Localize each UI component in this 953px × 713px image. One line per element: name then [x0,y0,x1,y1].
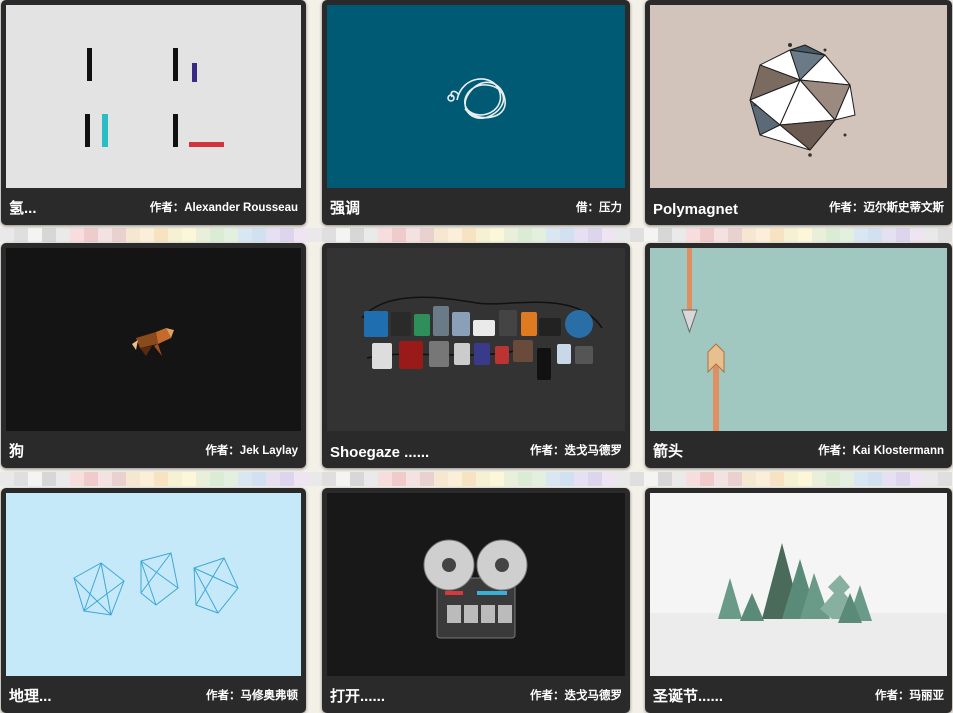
card-thumbnail[interactable] [650,248,947,431]
project-card[interactable]: 氢... 作者：Alexander Rousseau [1,0,306,225]
polygon-sphere-artwork [749,43,856,157]
card-author[interactable]: 作者：Kai Klostermann [818,442,944,458]
card-thumbnail[interactable] [6,493,301,676]
low-poly-dog-artwork [132,328,174,356]
card-title[interactable]: 地理... [9,685,52,706]
card-title[interactable]: 强调 [330,197,360,218]
project-card[interactable]: 强调 借：压力 [322,0,630,225]
guitar-pedals-artwork [361,296,603,380]
card-title[interactable]: 打开...... [330,685,385,706]
card-thumbnail[interactable] [327,248,625,431]
project-card[interactable]: 狗 作者：Jek Laylay [1,243,306,468]
card-thumbnail[interactable] [650,493,947,676]
card-thumbnail[interactable] [650,5,947,188]
project-card[interactable]: 地理... 作者：马修奥弗顿 [1,488,306,713]
project-card[interactable]: 圣诞节...... 作者：玛丽亚 [645,488,952,713]
card-title[interactable]: Polymagnet [653,201,738,218]
hydrogen-bars-artwork [85,48,224,147]
card-title[interactable]: 狗 [9,440,24,461]
background-stripe [0,472,953,486]
card-title[interactable]: Shoegaze ...... [330,444,429,461]
card-title[interactable]: 圣诞节...... [653,685,723,706]
project-card[interactable]: Shoegaze ...... 作者：迭戈马德罗 [322,243,630,468]
arrow-artwork [681,248,725,431]
card-thumbnail[interactable] [327,5,625,188]
card-author[interactable]: 作者：马修奥弗顿 [206,687,298,703]
card-author[interactable]: 作者：迭戈马德罗 [530,442,622,458]
card-thumbnail[interactable] [327,493,625,676]
card-author[interactable]: 作者：Alexander Rousseau [150,199,298,215]
card-thumbnail[interactable] [6,248,301,431]
project-card[interactable]: 打开...... 作者：迭戈马德罗 [322,488,630,713]
card-title[interactable]: 箭头 [653,440,683,461]
christmas-trees-artwork [650,543,947,676]
reel-to-reel-tape-artwork [423,539,528,639]
card-author[interactable]: 借：压力 [576,199,622,215]
project-card[interactable]: 箭头 作者：Kai Klostermann [645,243,952,468]
card-author[interactable]: 作者：玛丽亚 [875,687,944,703]
background-stripe [0,228,953,242]
project-card[interactable]: Polymagnet 作者：迈尔斯史蒂文斯 [645,0,952,225]
card-author[interactable]: 作者：迈尔斯史蒂文斯 [829,199,944,215]
card-author[interactable]: 作者：Jek Laylay [205,442,298,458]
card-author[interactable]: 作者：迭戈马德罗 [530,687,622,703]
tangled-cable-artwork [447,78,506,119]
card-title[interactable]: 氢... [9,197,37,218]
card-thumbnail[interactable] [6,5,301,188]
wireframe-gems-artwork [73,552,239,616]
